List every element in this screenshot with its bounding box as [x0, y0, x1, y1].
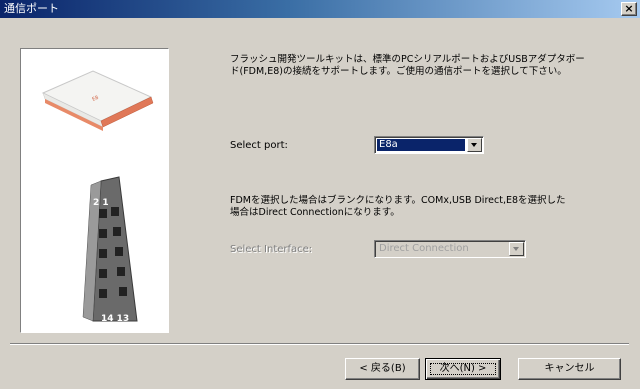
connector-image: 2 1 14 13	[82, 176, 138, 324]
back-button[interactable]: < 戻る(B)	[345, 358, 420, 380]
title-bar: 通信ポート ×	[0, 0, 640, 18]
select-interface-value: Direct Connection	[379, 243, 469, 254]
pin-label-top: 2 1	[93, 198, 109, 208]
close-button[interactable]: ×	[621, 2, 637, 16]
select-port-label: Select port:	[230, 140, 288, 151]
select-interface-label: Select Interface:	[230, 244, 313, 255]
description-line: ド(FDM,E8)の接続をサポートします。ご使用の通信ポートを選択して下さい。	[230, 66, 567, 77]
description-line: フラッシュ開発ツールキットは、標準のPCシリアルポートおよびUSBアダプタボー	[230, 54, 585, 65]
chevron-down-icon[interactable]	[509, 242, 524, 256]
emulator-device-image: E8	[41, 70, 154, 131]
device-image-panel: E8 2 1 14 13	[20, 48, 169, 333]
select-interface-dropdown[interactable]: Direct Connection	[374, 240, 526, 258]
window-title: 通信ポート	[4, 2, 59, 15]
select-port-value: E8a	[377, 139, 465, 151]
cancel-button[interactable]: キャンセル	[518, 358, 621, 380]
description-line: 場合はDirect Connectionになります。	[230, 207, 400, 218]
select-port-dropdown[interactable]: E8a	[374, 136, 484, 154]
pin-label-bottom: 14 13	[101, 314, 129, 324]
close-icon: ×	[624, 2, 634, 15]
chevron-down-icon[interactable]	[467, 138, 482, 152]
description-connection-info: フラッシュ開発ツールキットは、標準のPCシリアルポートおよびUSBアダプタボー …	[230, 54, 585, 78]
description-line: FDMを選択した場合はブランクになります。COMx,USB Direct,E8を…	[230, 195, 566, 206]
footer-separator	[10, 343, 629, 345]
device-illustration: E8 2 1 14 13	[41, 70, 154, 324]
next-button[interactable]: 次へ(N) >	[425, 358, 501, 380]
description-interface-info: FDMを選択した場合はブランクになります。COMx,USB Direct,E8を…	[230, 195, 566, 219]
